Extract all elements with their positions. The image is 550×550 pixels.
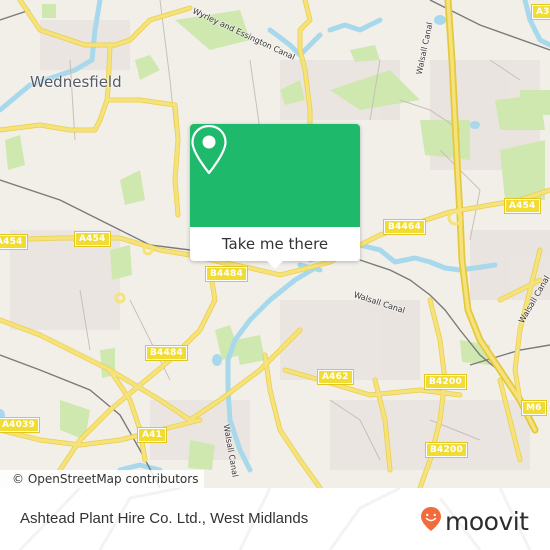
road-label: A454 — [0, 234, 28, 250]
road-label: B4464 — [383, 219, 426, 235]
road-label: B4484 — [145, 345, 188, 361]
road-label: A462 — [317, 369, 354, 385]
road-label: A454 — [504, 198, 541, 214]
take-me-there-button[interactable]: Take me there — [190, 227, 360, 261]
moovit-logo[interactable]: moovit — [420, 506, 529, 537]
road-label: A454 — [74, 231, 111, 247]
location-popup: Take me there — [190, 124, 360, 269]
road-label: M6 — [521, 400, 547, 416]
road-label: A4039 — [0, 417, 41, 433]
footer: Ashtead Plant Hire Co. Ltd., West Midlan… — [0, 488, 550, 550]
moovit-wordmark: moovit — [445, 506, 529, 536]
road-label: B4200 — [425, 442, 468, 458]
road-label: A41 — [136, 427, 168, 443]
place-title: Ashtead Plant Hire Co. Ltd., West Midlan… — [20, 510, 309, 527]
road-label: B4200 — [424, 374, 467, 390]
map-attribution[interactable]: © OpenStreetMap contributors — [0, 470, 205, 488]
road-label: B4484 — [205, 266, 248, 282]
popup-header — [190, 124, 360, 227]
place-label-wednesfield: Wednesfield — [30, 73, 122, 91]
map-view[interactable]: Wednesfield Wyrley and Essington Canal W… — [0, 0, 550, 488]
road-label: A34 — [530, 4, 550, 20]
popup-pointer — [267, 261, 283, 269]
moovit-pin-smile-icon — [420, 506, 442, 537]
